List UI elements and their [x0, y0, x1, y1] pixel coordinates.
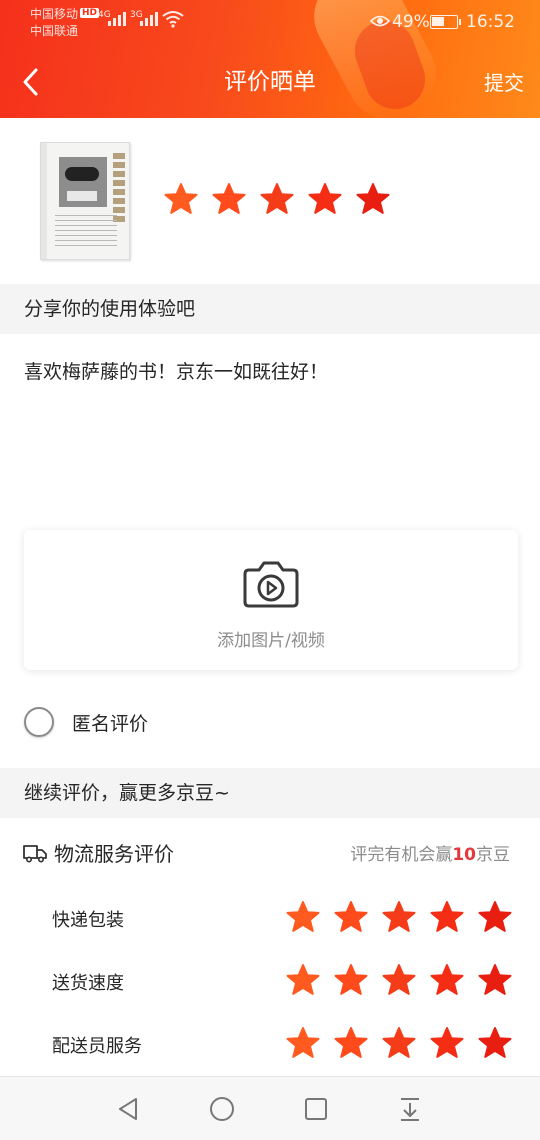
star-icon[interactable] — [284, 961, 322, 999]
star-icon[interactable] — [428, 898, 466, 936]
star-icon[interactable] — [428, 1024, 466, 1062]
star-rating[interactable] — [284, 1024, 514, 1062]
anonymous-label: 匿名评价 — [72, 712, 149, 735]
add-media-button[interactable]: 添加图片/视频 — [24, 530, 518, 670]
product-star-rating[interactable] — [162, 180, 392, 218]
star-icon[interactable] — [284, 1024, 322, 1062]
star-icon[interactable] — [428, 961, 466, 999]
anonymous-radio[interactable] — [24, 707, 54, 737]
status-bar: 中国移动 中国联通 HD 4G 3G 49% 16:52 — [0, 0, 540, 48]
signal-bars-icon — [108, 12, 126, 26]
submit-button[interactable]: 提交 — [484, 68, 524, 98]
wifi-icon — [162, 11, 184, 28]
review-text-input[interactable]: 喜欢梅萨藤的书！京东一如既往好！ — [24, 356, 524, 388]
system-navigation-bar — [0, 1076, 540, 1140]
star-icon[interactable] — [332, 961, 370, 999]
rating-row-delivery-speed: 送货速度 — [0, 961, 540, 1001]
camera-video-icon — [243, 561, 299, 608]
star-icon[interactable] — [258, 180, 296, 218]
hd-badge: HD — [80, 8, 100, 18]
star-icon[interactable] — [380, 961, 418, 999]
star-icon[interactable] — [476, 961, 514, 999]
add-media-label: 添加图片/视频 — [217, 631, 325, 651]
star-rating[interactable] — [284, 898, 514, 936]
star-icon[interactable] — [332, 1024, 370, 1062]
rating-row-label: 送货速度 — [52, 973, 124, 994]
logistics-rating-section: 物流服务评价 评完有机会赢10京豆 快递包装 送货速度 配送员服务 — [0, 828, 540, 1078]
truck-icon — [23, 844, 47, 863]
logistics-title-label: 物流服务评价 — [54, 842, 174, 866]
reward-prefix: 评完有机会赢 — [350, 845, 453, 865]
header: 中国移动 中国联通 HD 4G 3G 49% 16:52 评价晒单 提交 — [0, 0, 540, 118]
continue-section-title: 继续评价，赢更多京豆~ — [0, 768, 540, 818]
home-circle-icon[interactable] — [208, 1095, 236, 1123]
star-icon[interactable] — [306, 180, 344, 218]
carrier-2: 中国联通 — [30, 24, 79, 38]
star-icon[interactable] — [284, 898, 322, 936]
carrier-1: 中国移动 — [30, 7, 79, 21]
rating-row-courier-service: 配送员服务 — [0, 1024, 540, 1064]
product-rating-section — [0, 118, 540, 284]
rating-row-label: 配送员服务 — [52, 1036, 142, 1057]
star-rating[interactable] — [284, 961, 514, 999]
star-icon[interactable] — [476, 1024, 514, 1062]
rating-row-packaging: 快递包装 — [0, 898, 540, 938]
star-icon[interactable] — [332, 898, 370, 936]
logistics-title: 物流服务评价 — [22, 838, 174, 867]
battery-percent: 49% — [392, 12, 430, 32]
clock-time: 16:52 — [466, 12, 515, 32]
logistics-reward-text: 评完有机会赢10京豆 — [350, 840, 510, 865]
battery-icon — [430, 15, 461, 29]
page-title: 评价晒单 — [224, 69, 316, 95]
signal-bars-icon — [140, 12, 158, 26]
star-icon[interactable] — [210, 180, 248, 218]
anonymous-review-toggle[interactable]: 匿名评价 — [24, 702, 148, 742]
star-icon[interactable] — [380, 1024, 418, 1062]
rating-row-label: 快递包装 — [52, 910, 124, 931]
back-triangle-icon[interactable] — [114, 1095, 142, 1123]
reward-number: 10 — [452, 845, 476, 865]
reward-suffix: 京豆 — [476, 845, 510, 865]
star-icon[interactable] — [162, 180, 200, 218]
notification-pulldown-icon[interactable] — [396, 1095, 424, 1123]
eye-comfort-icon — [370, 15, 390, 27]
recents-square-icon[interactable] — [302, 1095, 330, 1123]
review-section-title: 分享你的使用体验吧 — [0, 284, 540, 334]
book-cover-thumbnail — [40, 142, 130, 260]
star-icon[interactable] — [476, 898, 514, 936]
carrier-info: 中国移动 中国联通 — [30, 6, 78, 40]
star-icon[interactable] — [354, 180, 392, 218]
star-icon[interactable] — [380, 898, 418, 936]
